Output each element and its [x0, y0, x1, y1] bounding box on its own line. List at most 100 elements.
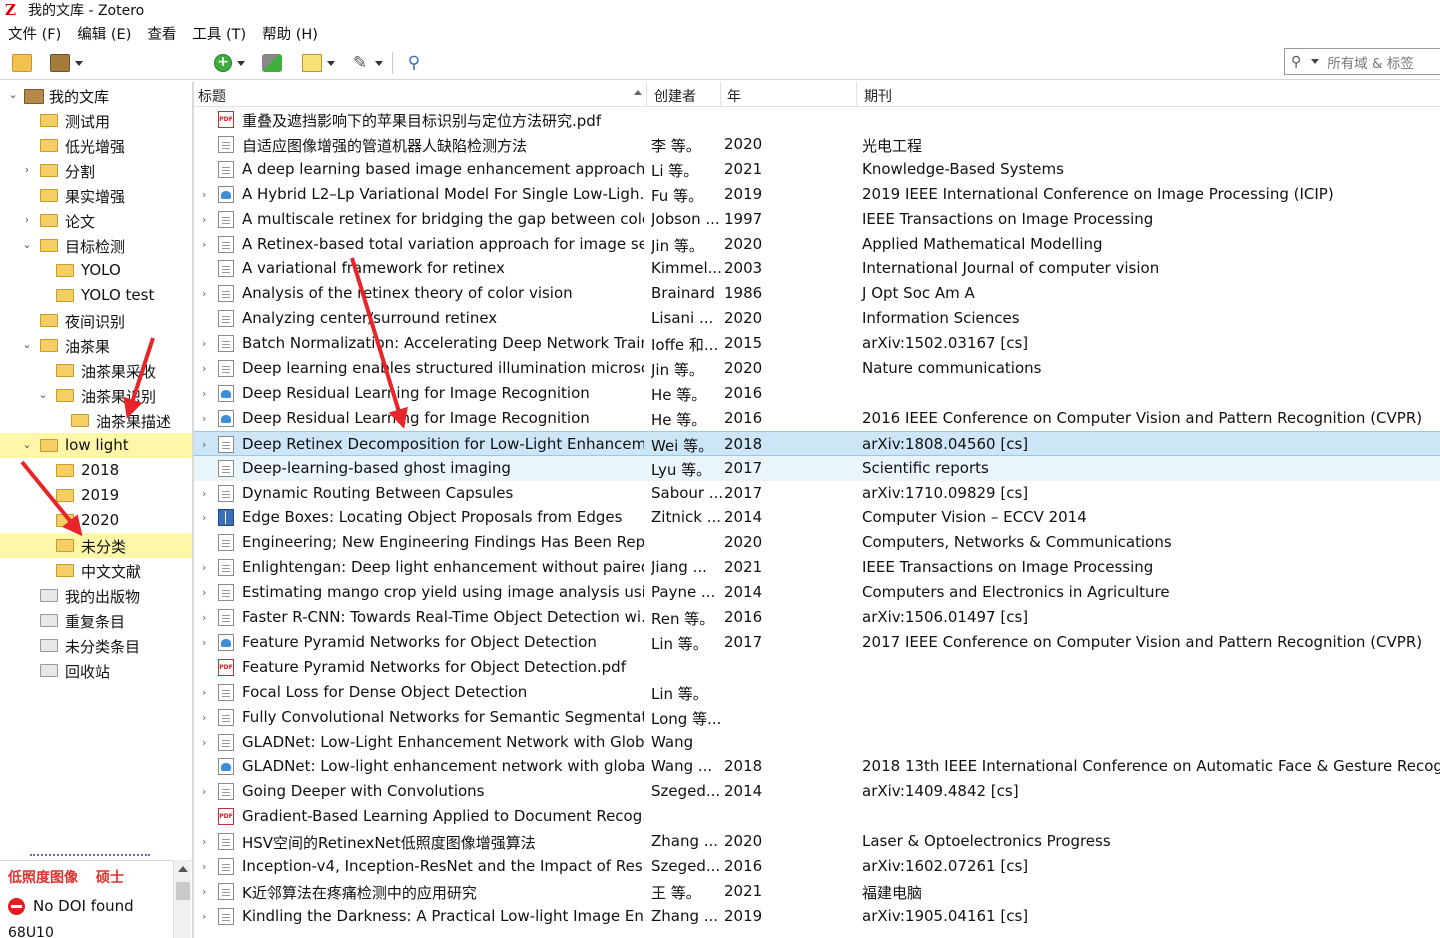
collection-row[interactable]: 夜间识别 [0, 308, 192, 333]
item-row[interactable]: › Deep Residual Learning for Image Recogn… [194, 406, 1440, 431]
collection-row[interactable]: 回收站 [0, 658, 192, 683]
chevron-right-icon[interactable]: › [202, 287, 206, 300]
chevron-right-icon[interactable]: › [202, 387, 206, 400]
item-row[interactable]: › A multiscale retinex for bridging the g… [194, 207, 1440, 232]
collection-row[interactable]: 低光增强 [0, 133, 192, 158]
item-row[interactable]: A deep learning based image enhancement … [194, 157, 1440, 182]
search-input[interactable]: ⚲ 所有域 & 标签 [1284, 48, 1440, 75]
collection-row[interactable]: YOLO [0, 258, 192, 283]
item-row[interactable]: Feature Pyramid Networks for Object Dete… [194, 655, 1440, 680]
chevron-right-icon[interactable]: › [202, 487, 206, 500]
collection-row[interactable]: 重复条目 [0, 608, 192, 633]
chevron-down-icon[interactable]: ⌄ [22, 339, 32, 350]
menu-edit[interactable]: 编辑 (E) [77, 23, 131, 44]
chevron-right-icon[interactable]: › [202, 885, 206, 898]
chevron-right-icon[interactable]: › [202, 188, 206, 201]
scrollbar-thumb[interactable] [176, 882, 190, 900]
tag-master[interactable]: 硕士 [96, 867, 124, 887]
menu-tools[interactable]: 工具 (T) [192, 23, 246, 44]
item-row[interactable]: GLADNet: Low-light enhancement network w… [194, 754, 1440, 779]
menu-view[interactable]: 查看 [147, 23, 176, 44]
item-row[interactable]: › A Hybrid L2–Lp Variational Model For Si… [194, 182, 1440, 207]
add-by-identifier-button[interactable] [262, 52, 282, 74]
item-row[interactable]: Analyzing center/surround retinex Lisani … [194, 306, 1440, 331]
menu-help[interactable]: 帮助 (H) [262, 23, 318, 44]
collection-row[interactable]: ⌄ low light [0, 433, 192, 458]
collection-row[interactable]: 2019 [0, 483, 192, 508]
collection-row[interactable]: ⌄ 目标检测 [0, 233, 192, 258]
chevron-right-icon[interactable]: › [202, 711, 206, 724]
chevron-down-icon[interactable]: ⌄ [22, 239, 32, 250]
tag-scrollbar[interactable] [173, 860, 191, 938]
chevron-right-icon[interactable]: › [202, 611, 206, 624]
tag-no-doi[interactable]: No DOI found [8, 897, 134, 915]
chevron-right-icon[interactable]: › [202, 561, 206, 574]
column-divider[interactable] [646, 82, 647, 107]
chevron-right-icon[interactable]: › [202, 438, 206, 451]
collection-row[interactable]: ⌄ 油茶果识别 [0, 383, 192, 408]
collection-row[interactable]: 果实增强 [0, 183, 192, 208]
collection-row[interactable]: YOLO test [0, 283, 192, 308]
add-attachment-button[interactable]: ✎ [350, 52, 383, 74]
new-item-button[interactable]: + [214, 52, 245, 74]
new-note-button[interactable] [302, 52, 335, 74]
scroll-up-icon[interactable] [178, 866, 188, 872]
item-row[interactable]: 自适应图像增强的管道机器人缺陷检测方法 李 等。 2020 光电工程 [194, 132, 1440, 157]
chevron-right-icon[interactable]: › [202, 511, 206, 524]
item-row[interactable]: › GLADNet: Low-Light Enhancement Network … [194, 730, 1440, 755]
column-year[interactable]: 年 [727, 86, 741, 106]
column-divider[interactable] [720, 82, 721, 107]
tag-code[interactable]: 68U10 [8, 925, 54, 938]
chevron-right-icon[interactable]: › [202, 736, 206, 749]
chevron-right-icon[interactable]: › [202, 362, 206, 375]
chevron-right-icon[interactable]: › [202, 636, 206, 649]
item-row[interactable]: A variational framework for retinex Kimme… [194, 256, 1440, 281]
chevron-right-icon[interactable]: › [202, 238, 206, 251]
chevron-right-icon[interactable]: › [202, 213, 206, 226]
item-row[interactable]: › Deep Residual Learning for Image Recogn… [194, 381, 1440, 406]
item-row[interactable]: › A Retinex-based total variation approac… [194, 232, 1440, 257]
item-row[interactable]: › Fully Convolutional Networks for Semant… [194, 705, 1440, 730]
item-row[interactable]: › K近邻算法在疼痛检测中的应用研究 王 等。 2021 福建电脑 [194, 879, 1440, 904]
collection-row[interactable]: 油茶果描述 [0, 408, 192, 433]
item-row[interactable]: › Inception-v4, Inception-ResNet and the … [194, 854, 1440, 879]
item-row[interactable]: › Feature Pyramid Networks for Object Det… [194, 630, 1440, 655]
item-row[interactable]: › Dynamic Routing Between Capsules Sabour … [194, 481, 1440, 506]
item-row[interactable]: › Enlightengan: Deep light enhancement wi… [194, 555, 1440, 580]
chevron-right-icon[interactable]: › [202, 686, 206, 699]
column-creator[interactable]: 创建者 [654, 86, 696, 106]
column-publication[interactable]: 期刊 [864, 86, 892, 106]
advanced-search-button[interactable]: ⚲ [404, 52, 424, 74]
chevron-right-icon[interactable]: › [202, 586, 206, 599]
collection-row[interactable]: 油茶果采收 [0, 358, 192, 383]
chevron-right-icon[interactable]: › [202, 910, 206, 923]
collection-row[interactable]: 中文文献 [0, 558, 192, 583]
column-title[interactable]: 标题 [198, 86, 226, 106]
menu-file[interactable]: 文件 (F) [8, 23, 61, 44]
item-row[interactable]: › Analysis of the retinex theory of color… [194, 281, 1440, 306]
chevron-right-icon[interactable]: › [202, 835, 206, 848]
collection-row[interactable]: 我的出版物 [0, 583, 192, 608]
new-collection-button[interactable] [12, 52, 32, 74]
item-row[interactable]: › Deep Retinex Decomposition for Low-Ligh… [194, 430, 1440, 456]
chevron-right-icon[interactable]: › [202, 337, 206, 350]
chevron-right-icon[interactable]: › [202, 412, 206, 425]
chevron-right-icon[interactable]: › [202, 785, 206, 798]
collection-row[interactable]: › 论文 [0, 208, 192, 233]
chevron-down-icon[interactable]: ⌄ [8, 89, 18, 100]
collection-row[interactable]: 未分类条目 [0, 633, 192, 658]
item-row[interactable]: › Deep learning enables structured illumi… [194, 356, 1440, 381]
item-row[interactable]: Gradient-Based Learning Applied to Docum… [194, 804, 1440, 829]
item-row[interactable]: › HSV空间的RetinexNet低照度图像增强算法 Zhang ... 2020 L… [194, 829, 1440, 854]
tag-low-light-image[interactable]: 低照度图像 [8, 867, 78, 887]
collection-row[interactable]: 2018 [0, 458, 192, 483]
chevron-right-icon[interactable]: › [22, 164, 32, 175]
collection-row[interactable]: 测试用 [0, 108, 192, 133]
collection-row[interactable]: 未分类 [0, 533, 192, 558]
item-row[interactable]: › Batch Normalization: Accelerating Deep … [194, 331, 1440, 356]
collection-row[interactable]: › 分割 [0, 158, 192, 183]
search-mode-dropdown-icon[interactable] [1311, 59, 1320, 64]
collection-row[interactable]: ⌄ 油茶果 [0, 333, 192, 358]
new-library-button[interactable] [50, 52, 83, 74]
chevron-down-icon[interactable]: ⌄ [38, 389, 48, 400]
